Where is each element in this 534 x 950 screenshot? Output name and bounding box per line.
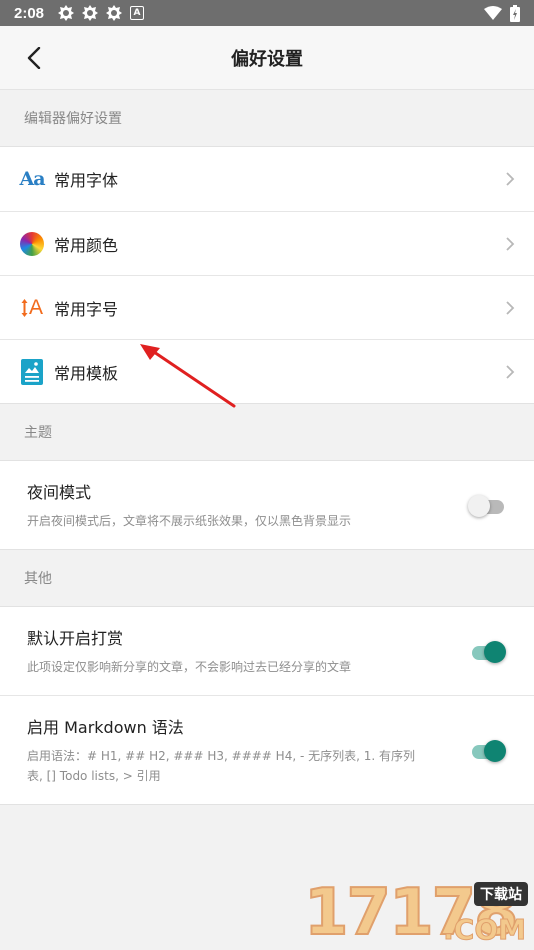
editor-preferences-group: Aa 常用字体 常用颜色 A 常用字号 常用模板	[0, 146, 534, 404]
pref-label-template: 常用模板	[54, 363, 119, 383]
app-bar: 偏好设置	[0, 26, 534, 90]
chevron-right-icon	[506, 236, 515, 251]
chevron-right-icon	[506, 172, 515, 186]
reward-description: 此项设定仅影响新分享的文章，不会影响过去已经分享的文章	[27, 660, 352, 674]
section-header-editor: 编辑器偏好设置	[0, 90, 534, 146]
wifi-icon	[484, 6, 502, 20]
watermark-tag: 下载站	[474, 882, 528, 906]
color-wheel-icon	[18, 230, 46, 258]
night-mode-title: 夜间模式	[27, 483, 92, 502]
template-icon	[18, 358, 46, 386]
back-arrow-icon	[27, 47, 41, 69]
page-title: 偏好设置	[231, 48, 303, 70]
night-mode-row[interactable]: 夜间模式 开启夜间模式后，文章将不展示纸张效果，仅以黑色背景显示	[0, 461, 534, 549]
reward-toggle[interactable]	[468, 640, 506, 663]
watermark-domain: .COM	[443, 913, 527, 947]
reward-title: 默认开启打赏	[27, 629, 124, 648]
markdown-row[interactable]: 启用 Markdown 语法 启用语法：# H1, ## H2, ### H3,…	[0, 695, 534, 804]
pref-row-font-size[interactable]: A 常用字号	[0, 275, 534, 339]
pref-row-color[interactable]: 常用颜色	[0, 211, 534, 275]
chevron-right-icon	[506, 300, 515, 315]
status-time: 2:08	[14, 4, 45, 22]
battery-icon	[510, 4, 520, 22]
night-mode-toggle[interactable]	[468, 494, 504, 517]
status-bar: 2:08 A	[0, 0, 534, 26]
pref-row-template[interactable]: 常用模板	[0, 339, 534, 403]
status-system-icons	[484, 4, 520, 22]
markdown-title: 启用 Markdown 语法	[27, 718, 184, 737]
pref-row-font[interactable]: Aa 常用字体	[0, 147, 534, 211]
section-header-theme: 主题	[0, 404, 534, 460]
back-button[interactable]	[18, 42, 50, 74]
font-size-icon: A	[18, 294, 46, 322]
a-badge-icon: A	[130, 6, 145, 20]
gear-icon	[58, 5, 75, 21]
night-mode-description: 开启夜间模式后，文章将不展示纸张效果，仅以黑色背景显示	[27, 514, 352, 528]
chevron-right-icon	[506, 364, 515, 379]
markdown-toggle[interactable]	[468, 739, 506, 762]
font-aa-icon: Aa	[19, 168, 45, 190]
markdown-description: 启用语法：# H1, ## H2, ### H3, #### H4, - 无序列…	[27, 749, 415, 783]
watermark-logo: 17178 下载站 .COM	[303, 875, 534, 950]
theme-group: 夜间模式 开启夜间模式后，文章将不展示纸张效果，仅以黑色背景显示	[0, 460, 534, 550]
pref-label-font-size: 常用字号	[54, 299, 119, 319]
pref-label-font: 常用字体	[54, 171, 119, 190]
reward-row[interactable]: 默认开启打赏 此项设定仅影响新分享的文章，不会影响过去已经分享的文章	[0, 607, 534, 695]
gear-icon	[82, 5, 99, 21]
status-notification-icons: A	[58, 5, 145, 21]
pref-label-color: 常用颜色	[54, 235, 119, 255]
other-group: 默认开启打赏 此项设定仅影响新分享的文章，不会影响过去已经分享的文章 启用 Ma…	[0, 606, 534, 805]
section-header-other: 其他	[0, 550, 534, 606]
gear-icon	[106, 5, 123, 21]
